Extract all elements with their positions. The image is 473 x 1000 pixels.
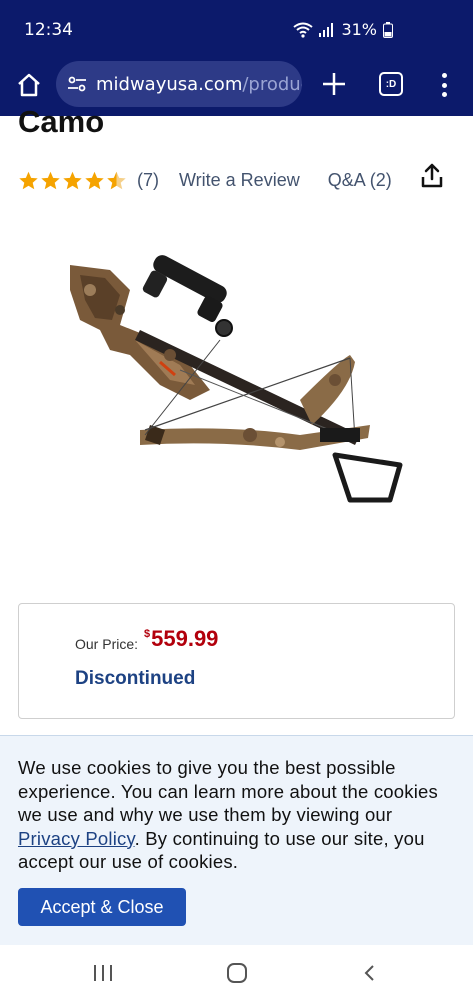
product-image[interactable]	[50, 250, 420, 510]
back-icon[interactable]	[360, 963, 380, 983]
battery-percent: 31%	[341, 20, 377, 39]
cookie-text: We use cookies to give you the best poss…	[18, 756, 458, 874]
star-icon	[63, 171, 82, 189]
price-amount: 559.99	[151, 626, 219, 651]
price-value: $559.99	[144, 626, 218, 652]
more-menu-icon[interactable]	[434, 70, 454, 100]
wifi-icon	[293, 22, 314, 38]
qa-link[interactable]: Q&A (2)	[328, 170, 392, 191]
tab-switcher-button[interactable]: :D	[379, 72, 403, 96]
price-label: Our Price:	[75, 636, 139, 652]
url-domain: midwayusa.com	[96, 73, 243, 95]
status-icons: 31%	[293, 20, 393, 39]
recents-icon[interactable]	[94, 965, 112, 981]
share-icon[interactable]	[420, 163, 444, 189]
star-rating[interactable]	[18, 170, 127, 191]
status-bar: 12:34 31%	[0, 0, 473, 58]
url-text: midwayusa.com/product	[96, 74, 302, 95]
home-nav-icon[interactable]	[227, 963, 247, 983]
accept-cookies-button[interactable]: Accept & Close	[18, 888, 186, 926]
privacy-policy-link[interactable]: Privacy Policy	[18, 828, 135, 849]
write-review-link[interactable]: Write a Review	[179, 170, 300, 191]
product-title: Camo	[18, 104, 105, 139]
new-tab-icon[interactable]	[320, 70, 348, 98]
star-icon	[85, 171, 104, 189]
star-icon	[19, 171, 38, 189]
price-box: Our Price: $559.99 Discontinued	[18, 603, 455, 719]
url-path: /product	[242, 73, 302, 95]
cookie-banner: We use cookies to give you the best poss…	[0, 735, 473, 945]
price-currency: $	[144, 628, 151, 640]
star-half-icon	[107, 171, 126, 189]
rating-row: (7) Write a Review Q&A (2)	[18, 165, 458, 195]
signal-icon	[319, 22, 334, 37]
review-count[interactable]: (7)	[137, 170, 159, 191]
star-icon	[41, 171, 60, 189]
battery-icon	[383, 21, 393, 38]
cookie-text-intro: We use cookies to give you the best poss…	[18, 757, 438, 825]
system-nav-bar	[0, 945, 473, 1000]
availability-status: Discontinued	[75, 668, 196, 689]
address-bar[interactable]: midwayusa.com/product	[56, 61, 302, 107]
home-icon[interactable]	[14, 70, 44, 100]
status-time: 12:34	[24, 20, 73, 40]
site-settings-icon[interactable]	[66, 73, 88, 95]
